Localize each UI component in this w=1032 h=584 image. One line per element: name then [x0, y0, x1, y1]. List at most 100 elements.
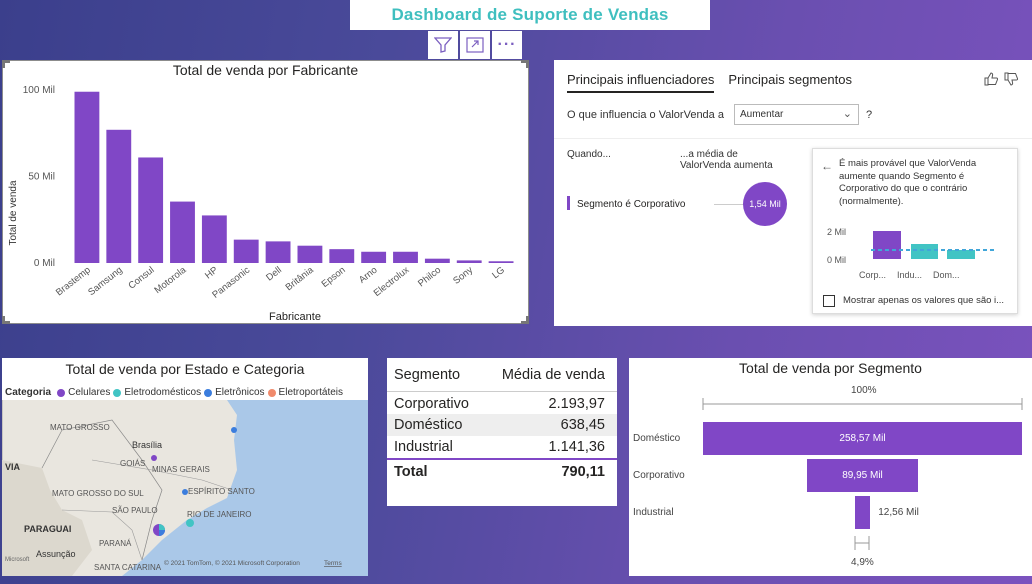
- thumbs-up-icon[interactable]: [984, 72, 998, 86]
- bar-chart-panel[interactable]: Total de venda por Fabricante Total de v…: [2, 60, 529, 324]
- bar[interactable]: [424, 258, 450, 263]
- map-place: MINAS GERAIS: [152, 465, 210, 474]
- filter-icon[interactable]: [428, 31, 458, 59]
- help-icon[interactable]: ?: [866, 109, 872, 121]
- impact-bubble[interactable]: 1,54 Mil: [743, 182, 787, 226]
- feedback-icons: [984, 72, 1018, 86]
- legend-dot-celulares: [57, 388, 66, 397]
- mini-chart: 2 Mil 0 Mil Corp... Indu... Dom...: [827, 227, 995, 280]
- x-tick-label: LG: [490, 265, 507, 281]
- x-tick-label: Dell: [264, 265, 284, 284]
- map-panel[interactable]: Total de venda por Estado e Categoria Ca…: [2, 358, 368, 576]
- back-arrow-icon[interactable]: ←: [821, 159, 833, 173]
- bar[interactable]: [170, 201, 195, 263]
- map-terms-link[interactable]: Terms: [324, 560, 342, 567]
- bar[interactable]: [456, 260, 482, 263]
- bar[interactable]: [201, 215, 227, 263]
- funnel-bar-value: 258,57 Mil: [839, 433, 886, 444]
- x-axis-title: Fabricante: [269, 311, 321, 323]
- segment-table: Segmento Média de venda Corporativo 2.19…: [387, 364, 617, 482]
- funnel-bar-domestico[interactable]: 258,57 Mil: [703, 422, 1022, 455]
- x-tick-label: Motorola: [152, 264, 188, 296]
- map-point[interactable]: [231, 427, 237, 433]
- x-tick-label: Sony: [451, 265, 475, 287]
- segment-table-panel: Segmento Média de venda Corporativo 2.19…: [387, 358, 617, 506]
- tab-principais-segmentos[interactable]: Principais segmentos: [728, 72, 852, 93]
- factor-label[interactable]: Segmento é Corporativo: [577, 199, 685, 210]
- map-copyright: © 2021 TomTom, © 2021 Microsoft Corporat…: [164, 559, 300, 567]
- x-tick-label: Britânia: [284, 264, 317, 293]
- funnel-stage-label: Corporativo: [633, 470, 685, 481]
- thumbs-down-icon[interactable]: [1004, 72, 1018, 86]
- x-tick-label: Philco: [416, 265, 443, 290]
- col-when-label: Quando...: [567, 149, 611, 160]
- more-options-icon[interactable]: ···: [492, 31, 522, 59]
- bar-chart: Total de venda Fabricante 100 Mil 50 Mil 0…: [8, 85, 514, 323]
- x-tick-label: HP: [203, 265, 220, 282]
- mini-y-tick: 0 Mil: [827, 255, 846, 265]
- cell-segment: Corporativo: [394, 396, 469, 412]
- dashboard-title: Dashboard de Suporte de Vendas: [391, 5, 669, 24]
- funnel-stage-label: Industrial: [633, 507, 674, 518]
- map-place: VIA: [5, 462, 21, 472]
- cell-segment: Doméstico: [394, 417, 463, 433]
- bar[interactable]: [138, 157, 164, 263]
- influencer-detail-card: ← É mais provável que ValorVenda aumente…: [812, 148, 1018, 314]
- more-options-glyph: ···: [497, 36, 517, 53]
- funnel-bar-industrial[interactable]: [854, 496, 871, 529]
- map-canvas[interactable]: MATO GROSSO Brasília GOIÁS MINAS GERAIS …: [2, 400, 368, 576]
- funnel-title: Total de venda por Segmento: [739, 360, 922, 376]
- mini-bar-dom: [947, 250, 975, 259]
- map-place: SÃO PAULO: [112, 506, 158, 515]
- map-place: ESPÍRITO SANTO: [188, 487, 255, 496]
- map-point[interactable]: [182, 489, 188, 495]
- cell-segment: Industrial: [394, 439, 453, 455]
- legend-eletrodomesticos: Eletrodomésticos: [124, 387, 202, 398]
- bar[interactable]: [488, 261, 514, 263]
- legend-title: Categoria: [5, 387, 52, 398]
- map-point[interactable]: [151, 455, 157, 461]
- map-place: GOIÁS: [120, 459, 145, 468]
- map-place: SANTA CATARINA: [94, 563, 162, 572]
- x-tick-label: Samsung: [86, 265, 124, 298]
- header-media-de-venda[interactable]: Média de venda: [483, 364, 617, 392]
- funnel-panel[interactable]: Total de venda por Segmento 100% Domésti…: [629, 358, 1032, 576]
- bar[interactable]: [393, 251, 418, 263]
- map-pie-sao-paulo[interactable]: [153, 524, 165, 536]
- key-influencers-panel[interactable]: Principais influenciadores Principais se…: [554, 60, 1032, 326]
- map-place: PARANÁ: [99, 539, 132, 548]
- funnel-top-percent: 100%: [851, 385, 877, 396]
- legend-dot-eletrodomesticos: [113, 388, 122, 397]
- mini-x-tick: Dom...: [933, 270, 960, 280]
- legend-celulares: Celulares: [68, 387, 111, 398]
- bar[interactable]: [265, 241, 291, 263]
- funnel-stage-label: Doméstico: [633, 433, 681, 444]
- bar[interactable]: [361, 251, 387, 263]
- focus-mode-icon[interactable]: [460, 31, 490, 59]
- dashboard-title-box: Dashboard de Suporte de Vendas: [350, 0, 710, 30]
- question-label: O que influencia o ValorVenda a: [567, 109, 724, 121]
- influence-direction-dropdown[interactable]: Aumentar ⌄: [734, 104, 859, 125]
- cell-value: 1.141,36: [548, 439, 605, 455]
- table-row: Industrial 1.141,36: [387, 436, 617, 459]
- table-row: Corporativo 2.193,97: [387, 391, 617, 415]
- map-place: PARAGUAI: [24, 524, 71, 534]
- bar[interactable]: [329, 249, 355, 263]
- detail-text: É mais provável que ValorVenda aumente q…: [839, 158, 977, 207]
- bar[interactable]: [233, 239, 259, 263]
- cell-value: 638,45: [560, 417, 605, 433]
- mini-bar-corp: [873, 231, 901, 259]
- bar[interactable]: [74, 91, 100, 263]
- x-tick-label: Electrolux: [372, 265, 412, 300]
- show-values-checkbox[interactable]: [823, 295, 835, 307]
- dropdown-value: Aumentar: [740, 109, 784, 120]
- microsoft-logo: Microsoft: [5, 557, 30, 563]
- bar[interactable]: [297, 245, 323, 263]
- x-tick-label: Brastemp: [54, 265, 93, 299]
- bar[interactable]: [106, 129, 132, 263]
- funnel-bar-corporativo[interactable]: 89,95 Mil: [807, 459, 918, 492]
- map-point[interactable]: [186, 519, 194, 527]
- header-segmento[interactable]: Segmento: [387, 364, 483, 392]
- map-place: Brasília: [132, 440, 162, 450]
- tab-principais-influenciadores[interactable]: Principais influenciadores: [567, 72, 715, 93]
